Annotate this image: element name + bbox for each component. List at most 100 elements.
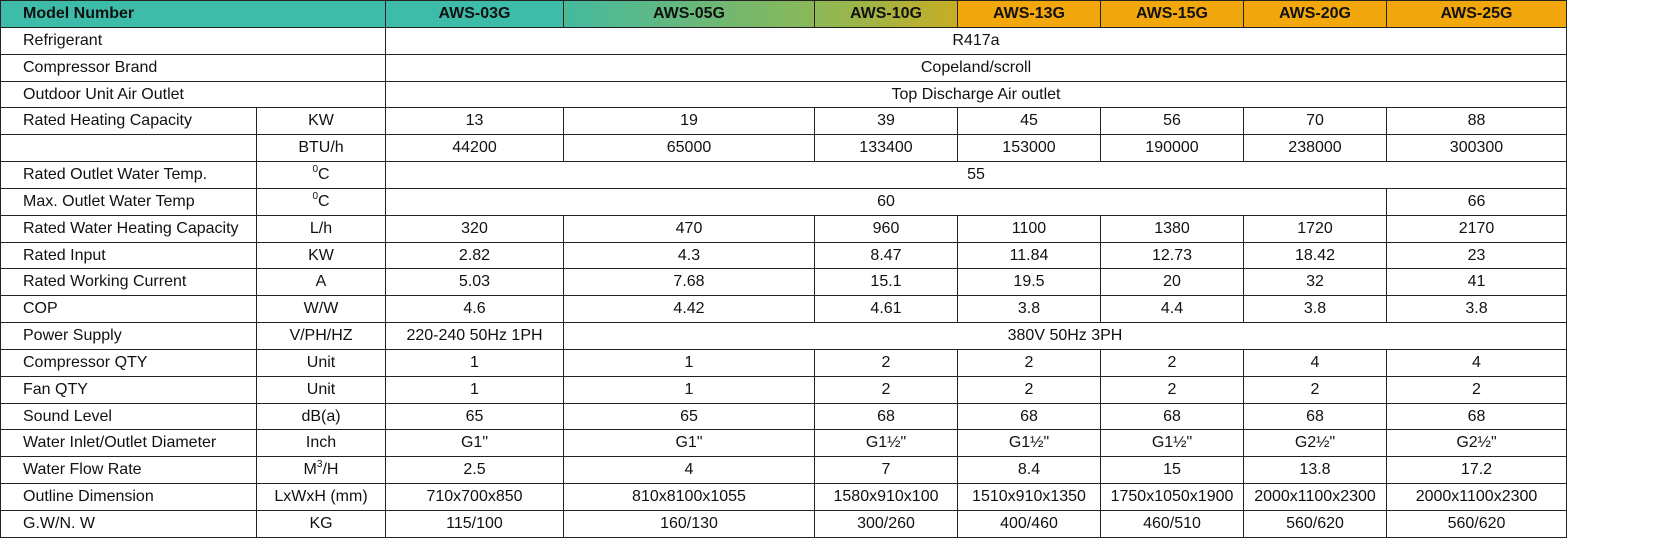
value-cell: 4 bbox=[563, 456, 815, 485]
value-cell: 5.03 bbox=[385, 268, 564, 297]
row-compressor-brand: Compressor Brand Copeland/scroll bbox=[0, 53, 1567, 82]
value-cell: 18.42 bbox=[1243, 241, 1387, 270]
cop-label: COP bbox=[0, 295, 257, 324]
value-cell: 2 bbox=[957, 375, 1101, 404]
value-cell: 65 bbox=[385, 402, 564, 431]
air-outlet-label: Outdoor Unit Air Outlet bbox=[0, 80, 386, 109]
value-cell: 41 bbox=[1386, 268, 1567, 297]
max-outlet-temp-value-last: 66 bbox=[1386, 187, 1567, 216]
value-cell: 460/510 bbox=[1100, 509, 1244, 538]
model-header-aws-10g: AWS-10G bbox=[814, 0, 958, 28]
row-power-supply: Power Supply V/PH/HZ 220-240 50Hz 1PH 38… bbox=[0, 322, 1567, 350]
value-cell: 68 bbox=[1386, 402, 1567, 431]
value-cell: 88 bbox=[1386, 107, 1567, 136]
value-cell: 238000 bbox=[1243, 134, 1387, 163]
value-cell: 4.6 bbox=[385, 295, 564, 324]
value-cell: 56 bbox=[1100, 107, 1244, 136]
value-cell: 11.84 bbox=[957, 241, 1101, 270]
value-cell: 19.5 bbox=[957, 268, 1101, 297]
sound-level-unit: dB(a) bbox=[256, 402, 386, 431]
value-cell: 70 bbox=[1243, 107, 1387, 136]
dimension-label: Outline Dimension bbox=[0, 483, 257, 511]
spec-table: Model Number AWS-03G AWS-05G AWS-10G AWS… bbox=[0, 0, 1567, 538]
row-air-outlet: Outdoor Unit Air Outlet Top Discharge Ai… bbox=[0, 80, 1567, 109]
value-cell: 15.1 bbox=[814, 268, 958, 297]
value-cell: 2 bbox=[957, 348, 1101, 377]
value-cell: 300300 bbox=[1386, 134, 1567, 163]
outlet-temp-value: 55 bbox=[385, 161, 1567, 189]
max-outlet-temp-unit: 0C bbox=[256, 187, 386, 216]
compressor-brand-label: Compressor Brand bbox=[0, 53, 386, 82]
unit-text: C bbox=[318, 192, 330, 210]
value-cell: 8.47 bbox=[814, 241, 958, 270]
value-cell: 2 bbox=[814, 375, 958, 404]
value-cell: 560/620 bbox=[1243, 509, 1387, 538]
value-cell: 68 bbox=[814, 402, 958, 431]
flow-rate-unit: M3/H bbox=[256, 456, 386, 485]
compressor-brand-value: Copeland/scroll bbox=[385, 53, 1567, 82]
value-cell: 68 bbox=[957, 402, 1101, 431]
value-cell: 190000 bbox=[1100, 134, 1244, 163]
row-working-current: Rated Working Current A 5.03 7.68 15.1 1… bbox=[0, 268, 1567, 297]
sound-level-label: Sound Level bbox=[0, 402, 257, 431]
value-cell: 17.2 bbox=[1386, 456, 1567, 485]
outlet-temp-unit: 0C bbox=[256, 161, 386, 189]
value-cell: 1720 bbox=[1243, 214, 1387, 243]
row-water-heating-capacity: Rated Water Heating Capacity L/h 320 470… bbox=[0, 214, 1567, 243]
value-cell: 1 bbox=[563, 348, 815, 377]
value-cell: 2000x1100x2300 bbox=[1386, 483, 1567, 511]
rated-input-label: Rated Input bbox=[0, 241, 257, 270]
value-cell: 39 bbox=[814, 107, 958, 136]
value-cell: 4 bbox=[1386, 348, 1567, 377]
value-cell: 2 bbox=[1243, 375, 1387, 404]
value-cell: 12.73 bbox=[1100, 241, 1244, 270]
value-cell: G1" bbox=[385, 429, 564, 458]
value-cell: 960 bbox=[814, 214, 958, 243]
unit-text: C bbox=[318, 166, 330, 184]
value-cell: 19 bbox=[563, 107, 815, 136]
value-cell: 2170 bbox=[1386, 214, 1567, 243]
row-refrigerant: Refrigerant R417a bbox=[0, 27, 1567, 55]
power-supply-unit: V/PH/HZ bbox=[256, 322, 386, 350]
value-cell: 2.5 bbox=[385, 456, 564, 485]
value-cell: 2 bbox=[814, 348, 958, 377]
value-cell: G2½" bbox=[1386, 429, 1567, 458]
pipe-diameter-unit: Inch bbox=[256, 429, 386, 458]
water-heating-capacity-label: Rated Water Heating Capacity bbox=[0, 214, 257, 243]
degree-sup: 0 bbox=[312, 163, 318, 175]
value-cell: 2 bbox=[1100, 375, 1244, 404]
heating-capacity-label: Rated Heating Capacity bbox=[0, 107, 257, 136]
cubic-sup: 3 bbox=[316, 458, 323, 470]
value-cell: G1½" bbox=[1100, 429, 1244, 458]
row-fan-qty: Fan QTY Unit 1 1 2 2 2 2 2 bbox=[0, 375, 1567, 404]
value-cell: 1750x1050x1900 bbox=[1100, 483, 1244, 511]
model-header-aws-05g: AWS-05G bbox=[563, 0, 815, 28]
row-pipe-diameter: Water Inlet/Outlet Diameter Inch G1" G1"… bbox=[0, 429, 1567, 458]
row-heating-capacity-btu: BTU/h 44200 65000 133400 153000 190000 2… bbox=[0, 134, 1567, 163]
value-cell: 15 bbox=[1100, 456, 1244, 485]
refrigerant-value: R417a bbox=[385, 27, 1567, 55]
fan-qty-label: Fan QTY bbox=[0, 375, 257, 404]
value-cell: 13.8 bbox=[1243, 456, 1387, 485]
working-current-unit: A bbox=[256, 268, 386, 297]
model-header-aws-13g: AWS-13G bbox=[957, 0, 1101, 28]
value-cell: 1510x910x1350 bbox=[957, 483, 1101, 511]
value-cell: 810x8100x1055 bbox=[563, 483, 815, 511]
value-cell: 20 bbox=[1100, 268, 1244, 297]
rated-input-unit: KW bbox=[256, 241, 386, 270]
outlet-temp-label: Rated Outlet Water Temp. bbox=[0, 161, 257, 189]
value-cell: 710x700x850 bbox=[385, 483, 564, 511]
cop-unit: W/W bbox=[256, 295, 386, 324]
value-cell: 2000x1100x2300 bbox=[1243, 483, 1387, 511]
air-outlet-value: Top Discharge Air outlet bbox=[385, 80, 1567, 109]
value-cell: 3.8 bbox=[957, 295, 1101, 324]
model-header-aws-03g: AWS-03G bbox=[385, 0, 564, 28]
value-cell: 2 bbox=[1100, 348, 1244, 377]
power-supply-label: Power Supply bbox=[0, 322, 257, 350]
value-cell: 133400 bbox=[814, 134, 958, 163]
row-compressor-qty: Compressor QTY Unit 1 1 2 2 2 4 4 bbox=[0, 348, 1567, 377]
empty-label-cell bbox=[0, 134, 257, 163]
power-supply-value-first: 220-240 50Hz 1PH bbox=[385, 322, 564, 350]
value-cell: 68 bbox=[1100, 402, 1244, 431]
value-cell: 4.61 bbox=[814, 295, 958, 324]
